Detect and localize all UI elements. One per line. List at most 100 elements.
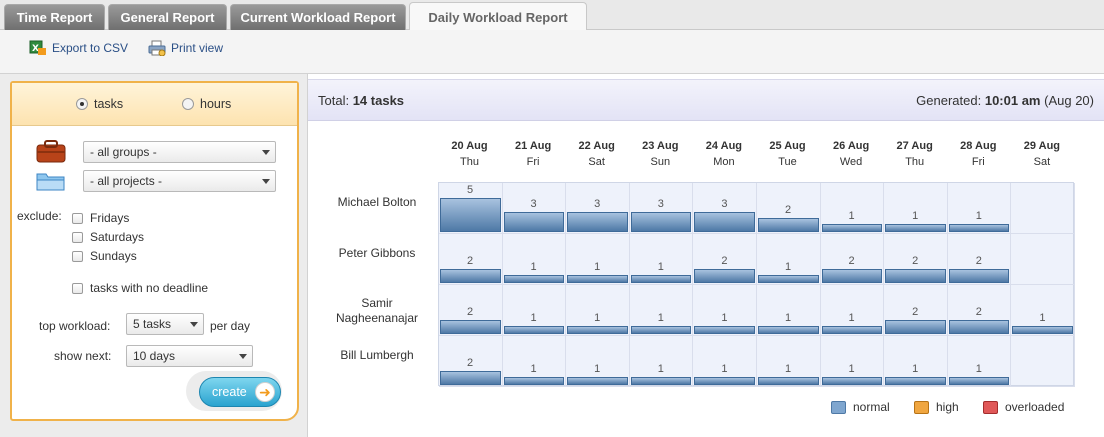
total-summary: Total: 14 tasks (318, 93, 404, 108)
mode-tasks-radio[interactable]: tasks (76, 97, 123, 111)
tab-bar: Time Report General Report Current Workl… (0, 0, 1104, 31)
workload-bar[interactable] (885, 377, 946, 385)
workload-value: 2 (466, 357, 474, 369)
workload-cell: 2 (439, 234, 503, 285)
create-button[interactable]: create ➜ (199, 377, 281, 407)
workload-bar[interactable] (758, 326, 819, 334)
workload-bar[interactable] (503, 212, 565, 232)
workload-bar[interactable] (440, 198, 501, 232)
workload-cell: 1 (884, 336, 948, 387)
workload-bar[interactable] (440, 371, 501, 385)
workload-cell: 3 (629, 183, 694, 234)
workload-bar[interactable] (948, 269, 1010, 283)
workload-bar[interactable] (440, 320, 501, 334)
workload-bar[interactable] (821, 269, 883, 283)
generated-label: Generated: (916, 92, 982, 108)
mode-hours-radio[interactable]: hours (182, 97, 231, 111)
workload-bar[interactable] (821, 326, 883, 334)
summary-bar: Total: 14 tasks Generated: 10:01 am (Aug… (308, 79, 1104, 121)
tab-current-workload-report[interactable]: Current Workload Report (230, 4, 406, 30)
tab-general-report[interactable]: General Report (108, 4, 227, 30)
workload-bar[interactable] (1012, 326, 1073, 334)
radio-dot-icon (182, 98, 194, 110)
no-deadline-checkbox[interactable]: tasks with no deadline (72, 281, 208, 295)
workload-value: 1 (657, 363, 664, 375)
tab-time-report[interactable]: Time Report (4, 4, 105, 30)
day-date: 22 Aug (578, 140, 615, 152)
workload-bar[interactable] (885, 269, 946, 283)
workload-bar[interactable] (440, 269, 501, 283)
show-next-select[interactable]: 10 days (126, 345, 253, 367)
chevron-down-icon (262, 179, 270, 184)
workload-bar[interactable] (503, 326, 565, 334)
top-workload-value: 5 tasks (133, 317, 172, 331)
print-view-button[interactable]: Print view (148, 39, 223, 57)
show-next-label: show next: (54, 349, 112, 363)
exclude-fridays-checkbox[interactable]: Fridays (72, 211, 129, 225)
workload-bar[interactable] (948, 320, 1010, 334)
exclude-sundays-checkbox[interactable]: Sundays (72, 249, 137, 263)
workload-value: 3 (594, 198, 601, 210)
workload-bar[interactable] (567, 377, 628, 385)
workload-bar[interactable] (948, 224, 1010, 232)
workload-bar[interactable] (630, 275, 692, 283)
workload-value: 2 (848, 255, 855, 267)
projects-select[interactable]: - all projects - (83, 170, 276, 192)
workload-value: 2 (912, 306, 919, 318)
day-date: 29 Aug (1023, 140, 1061, 152)
day-weekday: Sun (650, 156, 671, 168)
mode-tasks-label: tasks (94, 97, 124, 111)
workload-bar[interactable] (694, 269, 755, 283)
workload-cell: 1 (757, 285, 821, 336)
top-workload-label: top workload: (39, 319, 111, 333)
workload-value: 1 (594, 261, 601, 273)
workload-bar[interactable] (758, 377, 819, 385)
legend-high: high (914, 400, 959, 414)
workload-value: 1 (975, 210, 982, 222)
tab-daily-workload-report[interactable]: Daily Workload Report (409, 2, 587, 31)
top-workload-select[interactable]: 5 tasks (126, 313, 204, 335)
workload-bar[interactable] (630, 212, 692, 232)
per-day-label: per day (210, 319, 251, 333)
workload-bar[interactable] (567, 212, 628, 232)
workload-value: 1 (784, 312, 792, 324)
filter-panel: tasks hours - all groups - - all project… (10, 81, 299, 421)
workload-bar[interactable] (503, 377, 565, 385)
day-weekday: Fri (971, 156, 985, 168)
workload-bar[interactable] (758, 275, 819, 283)
workload-bar[interactable] (821, 224, 883, 232)
workload-value: 1 (1039, 312, 1046, 324)
workload-value: 2 (466, 306, 474, 318)
workload-cell: 3 (693, 183, 757, 234)
legend-overloaded-label: overloaded (1005, 400, 1065, 414)
workload-bar[interactable] (630, 377, 692, 385)
workload-cell: 5 (439, 183, 503, 234)
workload-cell: 1 (502, 336, 567, 387)
day-date: 26 Aug (832, 140, 870, 152)
workload-bar[interactable] (567, 326, 628, 334)
exclude-saturdays-checkbox[interactable]: Saturdays (72, 230, 144, 244)
workload-cell: 1 (820, 336, 885, 387)
day-header: 22 Aug Sat (565, 140, 628, 168)
workload-bar[interactable] (694, 212, 755, 232)
workload-bar[interactable] (821, 377, 883, 385)
workload-bar[interactable] (948, 377, 1010, 385)
day-date: 25 Aug (769, 140, 806, 152)
workload-bar[interactable] (694, 326, 755, 334)
groups-select[interactable]: - all groups - (83, 141, 276, 163)
filter-area: tasks hours - all groups - - all project… (0, 74, 307, 437)
day-weekday: Tue (778, 156, 797, 168)
chevron-down-icon (239, 354, 247, 359)
workload-bar[interactable] (630, 326, 692, 334)
export-csv-button[interactable]: X Export to CSV (29, 39, 128, 57)
workload-cell: 2 (947, 285, 1012, 336)
workload-bar[interactable] (694, 377, 755, 385)
workload-bar[interactable] (758, 218, 819, 232)
workload-bar[interactable] (885, 224, 946, 232)
workload-bar[interactable] (503, 275, 565, 283)
workload-bar[interactable] (567, 275, 628, 283)
workload-bar[interactable] (885, 320, 946, 334)
day-header: 25 Aug Tue (756, 140, 819, 168)
workload-value: 1 (848, 312, 855, 324)
workload-value: 2 (466, 255, 474, 267)
